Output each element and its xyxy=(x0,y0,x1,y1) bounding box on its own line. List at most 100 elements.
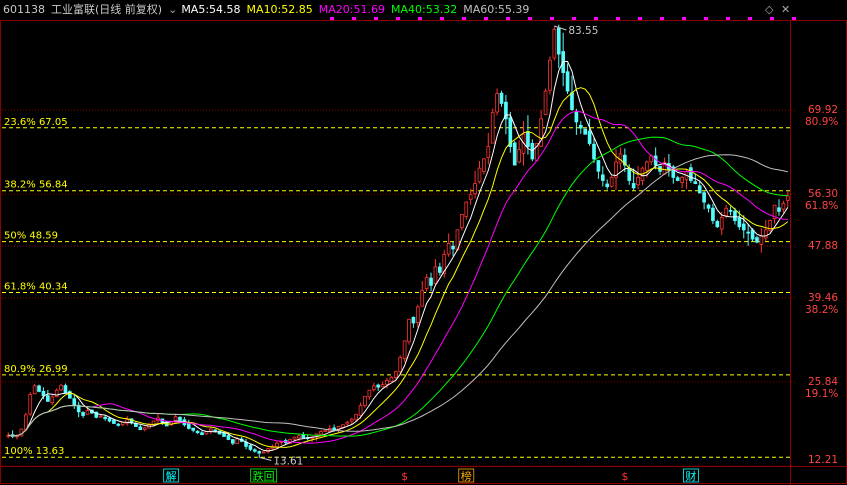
candle-body xyxy=(37,385,41,392)
candle-body xyxy=(98,415,103,418)
fib-level-label: 50% 48.59 xyxy=(4,231,58,242)
candle-body xyxy=(332,427,336,431)
candle-body xyxy=(477,167,482,183)
candle-body xyxy=(605,183,610,188)
candle-body xyxy=(178,416,182,421)
candle-body xyxy=(376,384,381,388)
candle-body xyxy=(755,237,759,243)
kline-chart[interactable]: 601138 工业富联(日线 前复权) ⌄ MA5:54.58 MA10:52.85 MA… xyxy=(0,0,847,485)
candle-body xyxy=(543,90,548,116)
candle-body xyxy=(261,451,266,454)
marker-tick xyxy=(704,17,708,20)
candle-body xyxy=(433,266,438,285)
candle-body xyxy=(737,217,742,228)
candle-body xyxy=(460,214,464,228)
plot-frame xyxy=(0,20,847,484)
marker-tick xyxy=(528,17,532,20)
candle-body xyxy=(759,235,764,245)
candle-body xyxy=(253,449,257,452)
candle-body xyxy=(112,419,116,424)
candle-body xyxy=(230,439,235,444)
candle-body xyxy=(41,390,46,397)
candle-body xyxy=(50,396,55,404)
price-axis-label: 25.84 xyxy=(808,376,838,388)
candle-body xyxy=(689,167,693,181)
candle-body xyxy=(697,185,702,194)
candle-body xyxy=(680,177,684,183)
candle-body xyxy=(142,427,147,430)
candle-body xyxy=(627,167,632,181)
marker-tick xyxy=(616,17,620,20)
marker-tick xyxy=(792,17,796,20)
candle-body xyxy=(46,395,50,402)
candle-body xyxy=(200,432,204,436)
candle-body xyxy=(292,436,297,440)
candle-body xyxy=(711,207,715,221)
candle-body xyxy=(693,181,698,184)
candle-body xyxy=(275,442,279,448)
marker-tick xyxy=(484,17,488,20)
candle-body xyxy=(358,405,363,416)
event-marker: $ xyxy=(621,470,628,483)
marker-tick xyxy=(396,17,400,20)
fib-level-label: 38.2% 56.84 xyxy=(4,180,68,191)
candle-body xyxy=(138,426,143,431)
candle-body xyxy=(402,340,407,360)
candle-body xyxy=(367,389,372,398)
candle-body xyxy=(301,434,306,439)
candle-body xyxy=(349,418,354,422)
candle-body xyxy=(226,435,231,440)
candle-body xyxy=(741,223,746,231)
candle-body xyxy=(257,451,262,454)
candle-body xyxy=(451,245,455,250)
candle-body xyxy=(32,385,37,395)
candle-body xyxy=(371,385,376,391)
candle-body xyxy=(781,202,786,210)
fib-level-label: 23.6% 67.05 xyxy=(4,117,68,128)
candle-body xyxy=(354,413,358,421)
candle-body xyxy=(438,266,442,273)
candle-body xyxy=(420,289,425,307)
marker-tick xyxy=(572,17,576,20)
candle-body xyxy=(548,59,552,91)
candle-body xyxy=(319,431,323,435)
candle-body xyxy=(552,28,557,59)
candle-body xyxy=(424,276,429,289)
ma-line-ma10 xyxy=(8,87,789,448)
candle-body xyxy=(499,92,504,104)
candle-body xyxy=(490,112,495,144)
candle-body xyxy=(495,93,499,113)
candle-body xyxy=(596,160,601,172)
candle-body xyxy=(526,131,530,147)
candle-body xyxy=(345,421,350,425)
fib-level-label: 100% 13.63 xyxy=(4,446,64,457)
ma-line-ma5 xyxy=(8,61,789,452)
candle-body xyxy=(407,318,411,343)
candle-body xyxy=(512,142,517,166)
candle-body xyxy=(706,204,711,209)
ma-line-ma20 xyxy=(8,110,788,444)
candle-body xyxy=(389,376,394,382)
candle-body xyxy=(116,423,121,426)
event-marker: 解 xyxy=(166,469,177,483)
candle-body xyxy=(248,445,253,450)
candle-body xyxy=(645,161,649,171)
marker-tick xyxy=(440,17,444,20)
candle-body xyxy=(446,243,451,255)
candle-body xyxy=(186,423,191,429)
candle-body xyxy=(724,207,728,217)
candle-body xyxy=(103,416,107,419)
candle-body xyxy=(763,229,768,239)
high-label: 83.55 xyxy=(568,25,598,37)
candle-body xyxy=(570,92,574,110)
price-axis-label: 69.92 xyxy=(808,104,838,116)
candle-body xyxy=(482,158,486,172)
marker-tick xyxy=(770,17,774,20)
candle-body xyxy=(583,128,588,135)
candle-body xyxy=(675,177,680,181)
price-axis-label: 56.30 xyxy=(808,188,838,200)
marker-tick xyxy=(682,17,686,20)
candle-body xyxy=(715,221,720,228)
candle-body xyxy=(380,384,385,388)
candle-body xyxy=(213,429,218,432)
